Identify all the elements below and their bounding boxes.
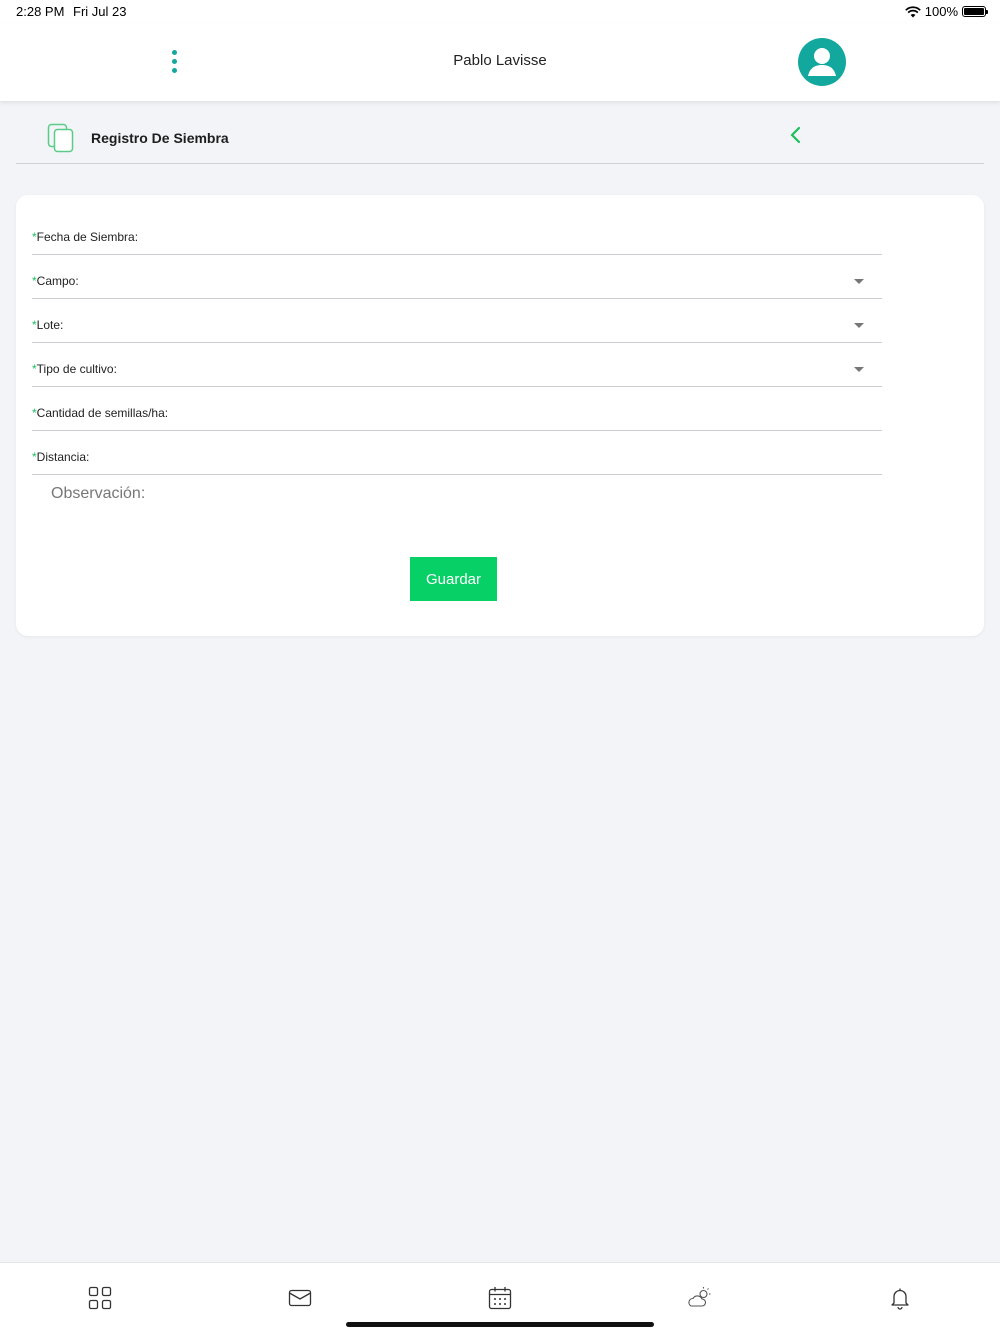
documents-icon [47, 123, 74, 153]
home-indicator [346, 1322, 654, 1327]
lote-select[interactable]: *Lote: [32, 299, 882, 343]
save-button[interactable]: Guardar [410, 557, 497, 601]
status-time: 2:28 PM [16, 4, 65, 19]
section-header: Registro De Siembra [16, 112, 984, 164]
battery-percent: 100% [924, 4, 958, 19]
dropdown-arrow-icon [854, 323, 864, 328]
field-label: *Fecha de Siembra: [32, 230, 139, 244]
weather-icon[interactable] [687, 1285, 713, 1311]
bottom-nav [0, 1262, 1000, 1334]
bell-icon[interactable] [887, 1285, 913, 1311]
status-date: Fri Jul 23 [73, 4, 127, 19]
back-chevron-icon[interactable] [786, 124, 806, 146]
field-label: *Campo: [32, 274, 79, 288]
status-bar: 2:28 PM Fri Jul 23 100% [0, 0, 1000, 24]
user-name: Pablo Lavisse [453, 52, 547, 69]
distancia-field[interactable]: *Distancia: [32, 431, 882, 475]
field-label: *Tipo de cultivo: [32, 362, 117, 376]
field-label: *Lote: [32, 318, 64, 332]
form-card: *Fecha de Siembra: *Campo: *Lote: *Tipo … [16, 195, 984, 636]
observation-textarea[interactable]: Observación: [51, 485, 145, 503]
user-icon [808, 48, 836, 76]
dropdown-arrow-icon [854, 279, 864, 284]
avatar[interactable] [798, 38, 846, 86]
wifi-icon [904, 5, 921, 17]
calendar-icon[interactable] [487, 1285, 513, 1311]
status-indicators: 100% [904, 4, 988, 19]
mail-icon[interactable] [287, 1285, 313, 1311]
battery-icon [962, 6, 988, 17]
field-label: *Distancia: [32, 450, 90, 464]
tipo-cultivo-select[interactable]: *Tipo de cultivo: [32, 343, 882, 387]
page-title: Registro De Siembra [91, 130, 229, 146]
cantidad-semillas-field[interactable]: *Cantidad de semillas/ha: [32, 387, 882, 431]
field-label: *Cantidad de semillas/ha: [32, 406, 169, 420]
grid-icon[interactable] [87, 1285, 113, 1311]
app-header: Pablo Lavisse [0, 24, 1000, 101]
dropdown-arrow-icon [854, 367, 864, 372]
campo-select[interactable]: *Campo: [32, 255, 882, 299]
fecha-siembra-field[interactable]: *Fecha de Siembra: [32, 211, 882, 255]
